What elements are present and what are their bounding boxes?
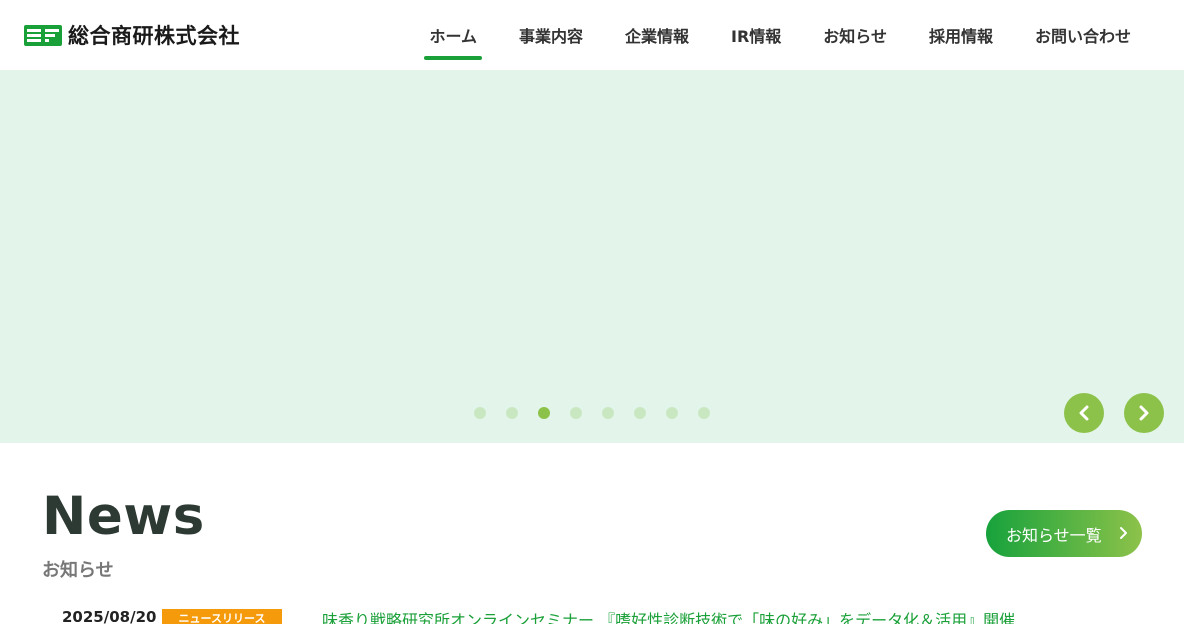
news-subheading: お知らせ bbox=[42, 560, 114, 581]
nav-item-ir[interactable]: IR情報 bbox=[710, 0, 802, 70]
slider-dot-6[interactable] bbox=[634, 407, 646, 419]
nav-item-news[interactable]: お知らせ bbox=[802, 0, 908, 70]
site-logo[interactable]: 総合商研株式会社 bbox=[24, 22, 240, 48]
chevron-right-icon bbox=[1120, 527, 1127, 539]
site-header: 総合商研株式会社 ホーム 事業内容 企業情報 IR情報 お知らせ 採用情報 お問… bbox=[0, 0, 1184, 70]
slider-dot-2[interactable] bbox=[506, 407, 518, 419]
slider-next-button[interactable] bbox=[1124, 393, 1164, 433]
slider-dot-7[interactable] bbox=[666, 407, 678, 419]
logo-text: 総合商研株式会社 bbox=[68, 24, 240, 48]
nav-item-contact[interactable]: お問い合わせ bbox=[1014, 0, 1152, 70]
news-list-item: 2025/08/20 ニュースリリース 味香り戦略研究所オンラインセミナー 『嗜… bbox=[62, 606, 1162, 624]
slider-dot-3[interactable] bbox=[538, 407, 550, 419]
chevron-right-icon bbox=[1139, 405, 1149, 421]
slider-dot-8[interactable] bbox=[698, 407, 710, 419]
logo-mark-icon bbox=[24, 24, 62, 46]
news-category-badge: ニュースリリース bbox=[162, 609, 282, 624]
slider-dot-4[interactable] bbox=[570, 407, 582, 419]
nav-item-business[interactable]: 事業内容 bbox=[498, 0, 604, 70]
news-title-link[interactable]: 味香り戦略研究所オンラインセミナー 『嗜好性診断技術で「味の好み」をデータ化＆活… bbox=[322, 607, 1015, 624]
slider-dot-1[interactable] bbox=[474, 407, 486, 419]
news-list-button-label: お知らせ一覧 bbox=[1006, 525, 1102, 545]
chevron-left-icon bbox=[1079, 405, 1089, 421]
news-date: 2025/08/20 bbox=[62, 608, 157, 624]
nav-item-recruit[interactable]: 採用情報 bbox=[908, 0, 1014, 70]
slider-dot-5[interactable] bbox=[602, 407, 614, 419]
news-heading: News bbox=[42, 486, 205, 547]
nav-item-home[interactable]: ホーム bbox=[408, 0, 498, 70]
nav-item-company[interactable]: 企業情報 bbox=[604, 0, 710, 70]
main-nav: ホーム 事業内容 企業情報 IR情報 お知らせ 採用情報 お問い合わせ bbox=[408, 0, 1152, 70]
news-list-button[interactable]: お知らせ一覧 bbox=[986, 510, 1142, 557]
slider-prev-button[interactable] bbox=[1064, 393, 1104, 433]
slider-pagination bbox=[474, 407, 710, 419]
hero-slider bbox=[0, 70, 1184, 443]
